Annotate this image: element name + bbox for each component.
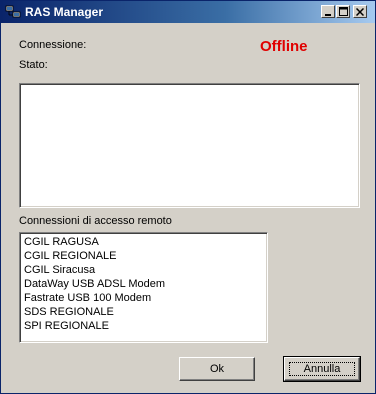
- close-icon: [356, 7, 364, 16]
- maximize-icon: [338, 7, 348, 16]
- ok-button[interactable]: Ok: [179, 357, 255, 381]
- state-label: Stato:: [19, 59, 48, 71]
- list-item[interactable]: CGIL REGIONALE: [24, 250, 117, 262]
- network-computers-icon: [5, 5, 21, 18]
- close-button[interactable]: [353, 5, 367, 18]
- list-item[interactable]: CGIL RAGUSA: [24, 236, 99, 248]
- cancel-button[interactable]: Annulla: [283, 356, 361, 382]
- ras-manager-window: RAS Manager Connessione: Offline Stato: …: [0, 0, 376, 394]
- status-badge: Offline: [260, 38, 308, 55]
- status-log-area[interactable]: [19, 83, 360, 208]
- list-item[interactable]: DataWay USB ADSL Modem: [24, 278, 165, 290]
- list-item[interactable]: SDS REGIONALE: [24, 306, 114, 318]
- minimize-button[interactable]: [321, 5, 335, 18]
- minimize-icon: [325, 13, 331, 16]
- connection-label: Connessione:: [19, 39, 87, 51]
- title-bar[interactable]: RAS Manager: [1, 1, 375, 23]
- window-title: RAS Manager: [25, 5, 104, 19]
- list-item[interactable]: SPI REGIONALE: [24, 320, 109, 332]
- remote-connections-label: Connessioni di accesso remoto: [19, 215, 172, 227]
- maximize-button[interactable]: [336, 5, 350, 18]
- list-item[interactable]: Fastrate USB 100 Modem: [24, 292, 151, 304]
- list-item[interactable]: CGIL Siracusa: [24, 264, 95, 276]
- connections-list[interactable]: CGIL RAGUSA CGIL REGIONALE CGIL Siracusa…: [19, 232, 268, 343]
- focus-rectangle: [289, 362, 355, 376]
- ok-button-label: Ok: [209, 363, 225, 375]
